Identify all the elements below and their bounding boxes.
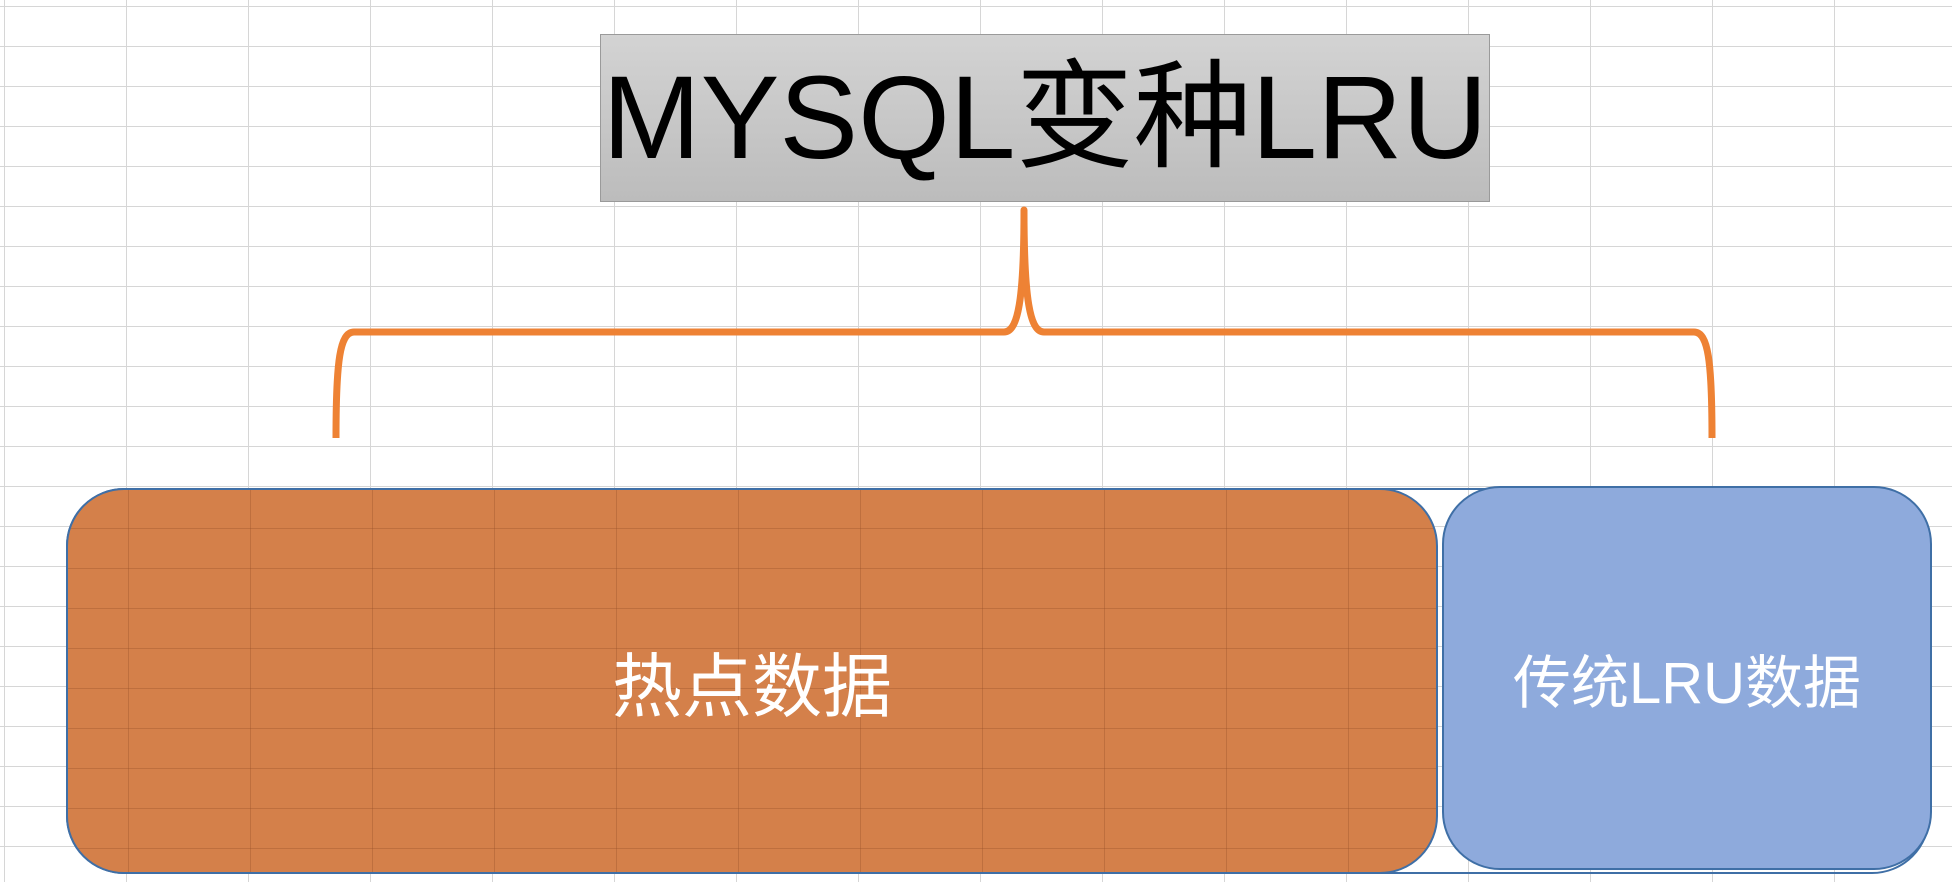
hot-data-label: 热点数据: [612, 647, 892, 726]
brace-path: [332, 206, 1716, 439]
traditional-lru-label: 传统LRU数据: [1512, 651, 1862, 716]
lru-diagram: MYSQL变种LRU 热点数据 传统LRU数据: [0, 0, 1952, 882]
hot-data-segment: 热点数据: [66, 488, 1438, 874]
traditional-lru-segment: 传统LRU数据: [1442, 486, 1932, 870]
